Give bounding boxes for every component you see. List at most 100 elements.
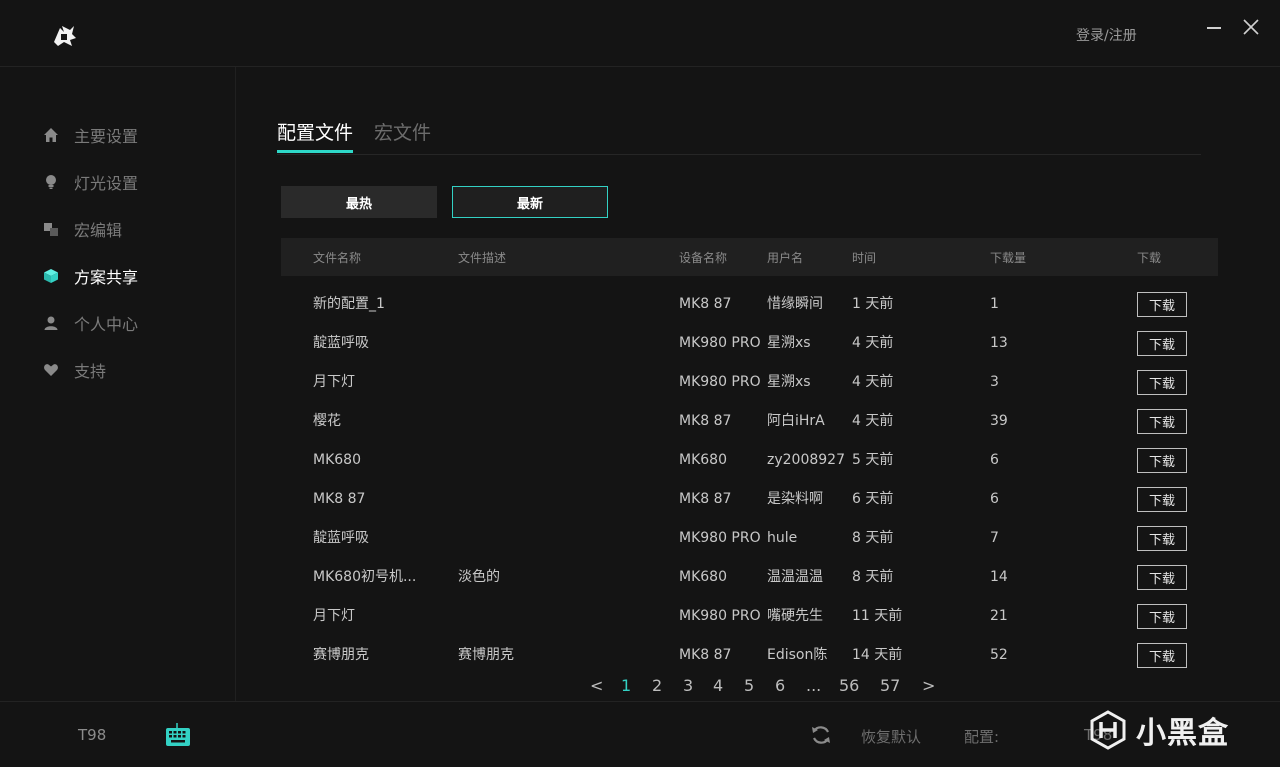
- restore-default-button[interactable]: 恢复默认: [861, 726, 921, 747]
- table-row: 靛蓝呼吸 MK980 PRO 星溯xs 4 天前 13 下载: [281, 328, 1218, 367]
- pagination-prev[interactable]: <: [590, 676, 603, 695]
- sidebar-item-label: 个人中心: [74, 315, 139, 334]
- filter-hottest-button[interactable]: 最热: [281, 186, 437, 218]
- sidebar-item-lighting[interactable]: 灯光设置: [42, 170, 138, 194]
- home-icon: [42, 126, 60, 144]
- pagination-page[interactable]: 56: [839, 676, 859, 695]
- sidebar-item-label: 主要设置: [74, 127, 139, 146]
- cell-file-name: 月下灯: [313, 374, 355, 390]
- download-button[interactable]: 下载: [1137, 331, 1187, 356]
- download-button[interactable]: 下载: [1137, 565, 1187, 590]
- cell-device: MK680: [679, 569, 727, 585]
- pagination-page[interactable]: 57: [880, 676, 900, 695]
- sidebar-item-label: 宏编辑: [74, 221, 123, 240]
- cell-file-name: MK8 87: [313, 491, 366, 507]
- watermark: 小黑盒: [1088, 702, 1248, 758]
- column-header-download: 下载: [1137, 251, 1162, 265]
- tab-macro-files[interactable]: 宏文件: [374, 118, 431, 145]
- cell-device: MK980 PRO: [679, 335, 761, 351]
- table-row: MK680初号机... 淡色的 MK680 温温温温 8 天前 14 下载: [281, 562, 1218, 601]
- cell-file-name: 靛蓝呼吸: [313, 335, 369, 351]
- sidebar-item-label: 支持: [74, 362, 107, 381]
- cell-user: Edison陈: [767, 647, 828, 663]
- column-header-file-desc: 文件描述: [458, 251, 507, 265]
- table-row: 月下灯 MK980 PRO 星溯xs 4 天前 3 下载: [281, 367, 1218, 406]
- watermark-logo-icon: [1090, 710, 1126, 750]
- config-label: 配置:: [964, 728, 1000, 746]
- download-button[interactable]: 下载: [1137, 292, 1187, 317]
- cell-file-name: MK680初号机...: [313, 569, 417, 585]
- cell-downloads: 39: [990, 413, 1008, 429]
- sidebar-item-personal-center[interactable]: 个人中心: [42, 311, 138, 335]
- keyboard-icon[interactable]: [164, 722, 192, 750]
- pagination-page[interactable]: 2: [652, 676, 662, 695]
- download-button[interactable]: 下载: [1137, 487, 1187, 512]
- pagination-page[interactable]: 4: [713, 676, 723, 695]
- cell-time: 1 天前: [852, 296, 894, 312]
- pagination-page[interactable]: 6: [775, 676, 785, 695]
- cell-downloads: 52: [990, 647, 1008, 663]
- cell-time: 4 天前: [852, 335, 894, 351]
- cell-time: 14 天前: [852, 647, 903, 663]
- pagination-next[interactable]: >: [922, 676, 935, 695]
- cell-time: 8 天前: [852, 530, 894, 546]
- cell-device: MK8 87: [679, 296, 732, 312]
- pagination-page[interactable]: 3: [683, 676, 693, 695]
- filter-newest-button[interactable]: 最新: [452, 186, 608, 218]
- cell-device: MK8 87: [679, 647, 732, 663]
- cell-file-name: 赛博朋克: [313, 647, 369, 663]
- login-register-link[interactable]: 登录/注册: [1076, 25, 1137, 45]
- title-bar: 登录/注册: [0, 0, 1280, 67]
- cell-device: MK980 PRO: [679, 530, 761, 546]
- download-button[interactable]: 下载: [1137, 526, 1187, 551]
- cell-user: 星溯xs: [767, 374, 811, 390]
- macro-icon: [42, 220, 60, 238]
- cell-device: MK980 PRO: [679, 374, 761, 390]
- app-logo-icon: [54, 26, 76, 46]
- pagination-page[interactable]: 5: [744, 676, 754, 695]
- heart-icon: [42, 361, 60, 379]
- cell-user: 温温温温: [767, 569, 823, 585]
- pagination-page-current[interactable]: 1: [621, 676, 631, 695]
- table-row: 樱花 MK8 87 阿白iHrA 4 天前 39 下载: [281, 406, 1218, 445]
- sidebar-item-macro-edit[interactable]: 宏编辑: [42, 217, 122, 241]
- cell-file-name: 新的配置_1: [313, 296, 385, 312]
- column-header-time: 时间: [852, 251, 877, 265]
- cell-downloads: 7: [990, 530, 999, 546]
- download-button[interactable]: 下载: [1137, 604, 1187, 629]
- table-row: 靛蓝呼吸 MK980 PRO hule 8 天前 7 下载: [281, 523, 1218, 562]
- close-icon[interactable]: [1240, 18, 1262, 42]
- sidebar-item-scheme-share[interactable]: 方案共享: [42, 264, 138, 288]
- cell-user: 是染料啊: [767, 491, 823, 507]
- table-row: 月下灯 MK980 PRO 嘴硬先生 11 天前 21 下载: [281, 601, 1218, 640]
- user-icon: [42, 314, 60, 332]
- table-row: MK8 87 MK8 87 是染料啊 6 天前 6 下载: [281, 484, 1218, 523]
- cell-device: MK8 87: [679, 413, 732, 429]
- cell-device: MK8 87: [679, 491, 732, 507]
- sidebar-item-label: 灯光设置: [74, 174, 139, 193]
- cell-user: zy2008927: [767, 452, 845, 468]
- download-button[interactable]: 下载: [1137, 409, 1187, 434]
- download-button[interactable]: 下载: [1137, 643, 1187, 668]
- cell-user: 嘴硬先生: [767, 608, 823, 624]
- tab-config-files[interactable]: 配置文件: [277, 118, 353, 145]
- cell-user: 阿白iHrA: [767, 413, 825, 429]
- cell-downloads: 14: [990, 569, 1008, 585]
- download-button[interactable]: 下载: [1137, 448, 1187, 473]
- cell-time: 5 天前: [852, 452, 894, 468]
- cell-file-name: 樱花: [313, 413, 341, 429]
- table-row: MK680 MK680 zy2008927 5 天前 6 下载: [281, 445, 1218, 484]
- sidebar-item-support[interactable]: 支持: [42, 358, 106, 382]
- active-tab-indicator: [277, 150, 353, 153]
- refresh-icon[interactable]: [810, 724, 832, 746]
- cell-user: 星溯xs: [767, 335, 811, 351]
- cell-downloads: 6: [990, 491, 999, 507]
- cell-time: 4 天前: [852, 374, 894, 390]
- minimize-icon[interactable]: [1203, 18, 1225, 42]
- cube-icon: [42, 267, 60, 285]
- cell-downloads: 6: [990, 452, 999, 468]
- cell-time: 6 天前: [852, 491, 894, 507]
- sidebar-item-main-settings[interactable]: 主要设置: [42, 123, 138, 147]
- cell-file-name: 月下灯: [313, 608, 355, 624]
- download-button[interactable]: 下载: [1137, 370, 1187, 395]
